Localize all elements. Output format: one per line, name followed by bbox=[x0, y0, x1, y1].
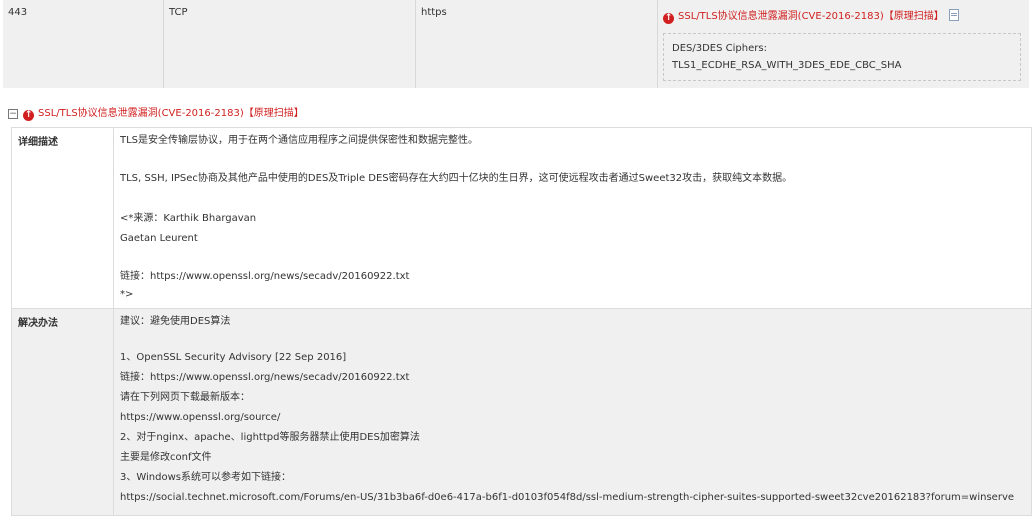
description-line: TLS, SSH, IPSec协商及其他产品中使用的DES及Triple DES… bbox=[120, 173, 793, 184]
description-line bbox=[120, 149, 1025, 171]
description-line bbox=[120, 249, 1025, 267]
table-row: 443 TCP https ↑ SSL/TLS协议信息泄露漏洞(CVE-2016-… bbox=[3, 0, 1029, 88]
cipher-box: DES/3DES Ciphers: TLS1_ECDHE_RSA_WITH_3D… bbox=[663, 33, 1021, 81]
collapse-toggle-icon[interactable]: − bbox=[8, 109, 18, 119]
detail-table: 详细描述 TLS是安全传输层协议，用于在两个通信应用程序之间提供保密性和数据完整… bbox=[11, 127, 1032, 516]
cipher-title: DES/3DES Ciphers: bbox=[672, 43, 767, 54]
port-table: 443 TCP https ↑ SSL/TLS协议信息泄露漏洞(CVE-2016-… bbox=[3, 0, 1029, 88]
description-line: <*来源：Karthik Bhargavan bbox=[120, 213, 257, 224]
solution-line: 建议：避免使用DES算法 bbox=[120, 316, 231, 327]
solution-line bbox=[120, 330, 1025, 348]
service-cell: https bbox=[415, 0, 658, 88]
table-row: 解决办法 建议：避免使用DES算法 1、OpenSSL Security Adv… bbox=[11, 308, 1032, 516]
section-title[interactable]: SSL/TLS协议信息泄露漏洞(CVE-2016-2183)【原理扫描】 bbox=[38, 108, 304, 119]
warning-icon: ↑ bbox=[663, 13, 674, 24]
solution-line: https://social.technet.microsoft.com/For… bbox=[120, 492, 1015, 503]
description-line: *> bbox=[120, 289, 134, 300]
solution-label: 解决办法 bbox=[11, 308, 114, 516]
solution-line: 2、对于nginx、apache、lighttpd等服务器禁止使用DES加密算法 bbox=[120, 432, 420, 443]
warning-icon: ↑ bbox=[23, 110, 34, 121]
vulnerability-cell: ↑ SSL/TLS协议信息泄露漏洞(CVE-2016-2183)【原理扫描】 DE… bbox=[658, 0, 1030, 88]
description-line: 链接：https://www.openssl.org/news/secadv/2… bbox=[120, 271, 410, 282]
solution-line: 请在下列网页下载最新版本： bbox=[120, 392, 250, 403]
description-content: TLS是安全传输层协议，用于在两个通信应用程序之间提供保密性和数据完整性。 TL… bbox=[113, 127, 1032, 309]
solution-line: https://www.openssl.org/source/ bbox=[120, 412, 281, 423]
solution-content: 建议：避免使用DES算法 1、OpenSSL Security Advisory… bbox=[113, 308, 1032, 516]
solution-line: 1、OpenSSL Security Advisory [22 Sep 2016… bbox=[120, 352, 347, 363]
protocol-cell: TCP bbox=[163, 0, 416, 88]
section-header[interactable]: − ↑ SSL/TLS协议信息泄露漏洞(CVE-2016-2183)【原理扫描】 bbox=[8, 107, 304, 121]
vulnerability-link[interactable]: SSL/TLS协议信息泄露漏洞(CVE-2016-2183)【原理扫描】 bbox=[678, 11, 944, 22]
cipher-value: TLS1_ECDHE_RSA_WITH_3DES_EDE_CBC_SHA bbox=[672, 60, 902, 71]
solution-line: 链接：https://www.openssl.org/news/secadv/2… bbox=[120, 372, 410, 383]
description-label: 详细描述 bbox=[11, 127, 114, 309]
port-cell: 443 bbox=[3, 0, 164, 88]
description-line bbox=[120, 187, 1025, 209]
description-line: TLS是安全传输层协议，用于在两个通信应用程序之间提供保密性和数据完整性。 bbox=[120, 135, 479, 146]
solution-line: 3、Windows系统可以参考如下链接： bbox=[120, 472, 292, 483]
solution-line: 主要是修改conf文件 bbox=[120, 452, 212, 463]
description-line: Gaetan Leurent bbox=[120, 233, 198, 244]
document-icon[interactable] bbox=[948, 9, 959, 21]
table-row: 详细描述 TLS是安全传输层协议，用于在两个通信应用程序之间提供保密性和数据完整… bbox=[11, 127, 1032, 309]
